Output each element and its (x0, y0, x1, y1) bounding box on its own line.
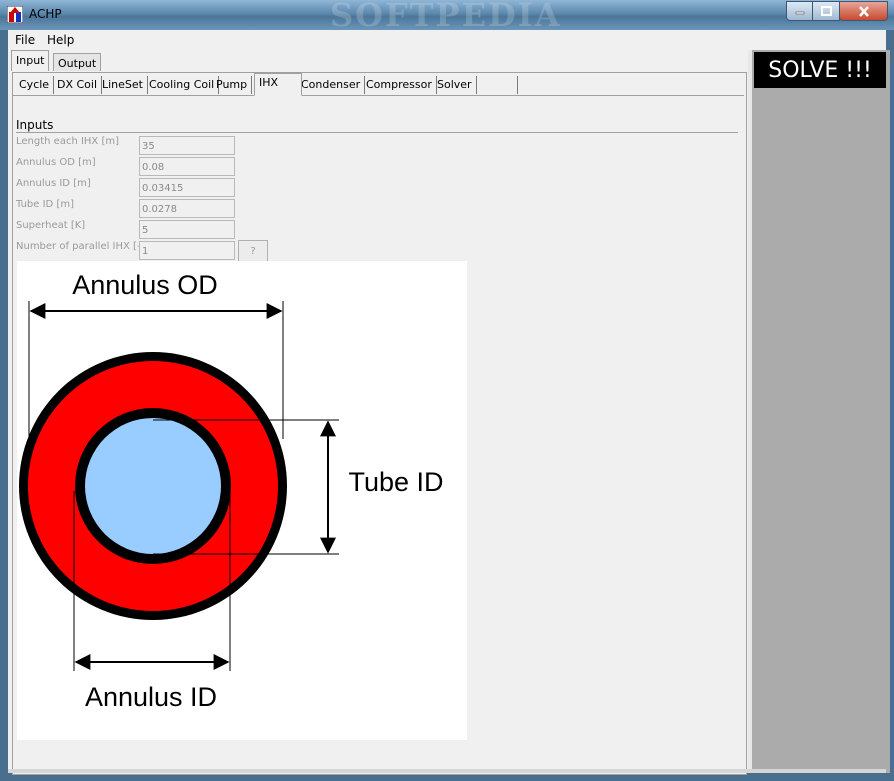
label-parallel-ihx: Number of parallel IHX [-] (16, 241, 145, 252)
close-icon (858, 5, 869, 17)
window-title: ACHP (29, 7, 62, 21)
minimize-button[interactable] (786, 1, 813, 21)
annulus-id-label: Annulus ID (85, 682, 217, 712)
label-tube-id: Tube ID [m] (16, 199, 74, 210)
length-ihx-input[interactable]: 35 (139, 136, 235, 155)
divider (16, 132, 738, 133)
inputs-heading: Inputs (16, 118, 54, 132)
bottom-border (8, 769, 886, 773)
menu-bar: File Help (8, 30, 886, 50)
maximize-icon (820, 6, 832, 16)
tab-ihx[interactable]: IHX (254, 73, 302, 96)
label-length-ihx: Length each IHX [m] (16, 136, 120, 147)
menu-file[interactable]: File (15, 33, 35, 47)
solve-button[interactable]: SOLVE !!! (754, 52, 886, 88)
close-button[interactable] (839, 1, 888, 21)
tab-pump[interactable]: Pump (212, 76, 253, 94)
tab-output[interactable]: Output (53, 53, 102, 71)
tube-id-label: Tube ID (348, 467, 443, 497)
label-annulus-id: Annulus ID [m] (16, 178, 91, 189)
watermark: SOFTPEDIA (330, 0, 562, 34)
minimize-icon (795, 11, 804, 15)
title-bar: ACHP SOFTPEDIA (0, 0, 894, 34)
label-superheat: Superheat [K] (16, 220, 86, 231)
solve-panel: SOLVE !!! (748, 50, 890, 773)
menu-help[interactable]: Help (47, 33, 74, 47)
help-button[interactable]: ? (238, 240, 268, 262)
ihx-cross-section-diagram: Annulus OD Tube ID Annulus ID (17, 261, 467, 740)
input-panel: Input Output Cycle DX Coil LineSet Cooli… (8, 50, 748, 775)
input-tab-content: Cycle DX Coil LineSet Cooling Coil Pump … (12, 72, 747, 775)
parallel-ihx-input[interactable]: 1 (139, 241, 235, 260)
diagram-svg: Annulus OD Tube ID Annulus ID (19, 270, 444, 712)
tab-cycle[interactable]: Cycle (15, 76, 55, 94)
superheat-input[interactable]: 5 (139, 220, 235, 239)
tube-interior (85, 418, 221, 554)
annulus-od-label: Annulus OD (72, 270, 218, 300)
tab-compressor[interactable]: Compressor (362, 76, 437, 94)
app-icon (7, 6, 23, 23)
annulus-id-input[interactable]: 0.03415 (139, 178, 235, 197)
tab-solver[interactable]: Solver (433, 76, 477, 94)
tab-cooling-coil[interactable]: Cooling Coil (145, 76, 220, 94)
maximize-button[interactable] (812, 1, 840, 21)
tab-condenser[interactable]: Condenser (297, 76, 366, 94)
tab-lineset[interactable]: LineSet (98, 76, 148, 94)
ihx-tab-body: Inputs Length each IHX [m] 35 Annulus OD… (13, 95, 744, 774)
annulus-od-input[interactable]: 0.08 (139, 157, 235, 176)
tab-empty[interactable] (475, 76, 518, 94)
label-annulus-od: Annulus OD [m] (16, 157, 96, 168)
client-area: File Help Input Output Cycle DX Coil Lin… (8, 30, 890, 775)
tube-id-input[interactable]: 0.0278 (139, 199, 235, 218)
tab-dx-coil[interactable]: DX Coil (53, 76, 103, 94)
tab-input[interactable]: Input (11, 50, 50, 71)
